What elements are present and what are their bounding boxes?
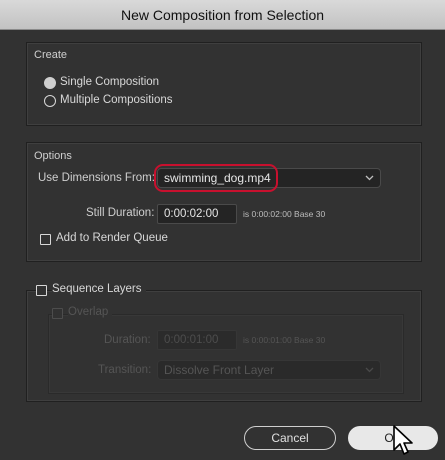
still-duration-value: 0:00:02:00: [164, 208, 219, 220]
highlight-outline: [154, 164, 278, 192]
still-duration-field[interactable]: 0:00:02:00: [157, 204, 237, 224]
options-group: [26, 142, 422, 262]
use-dimensions-label: Use Dimensions From:: [38, 172, 155, 184]
chevron-down-icon: [365, 367, 374, 373]
duration-note: is 0:00:01:00 Base 30: [243, 335, 326, 345]
transition-label: Transition:: [98, 364, 152, 376]
window-title: New Composition from Selection: [120, 7, 325, 23]
single-composition-label[interactable]: Single Composition: [60, 76, 159, 88]
add-to-render-queue-checkbox[interactable]: [40, 234, 51, 245]
sequence-layers-checkbox[interactable]: [36, 285, 47, 296]
sequence-layers-label[interactable]: Sequence Layers: [52, 283, 146, 295]
overlap-checkbox[interactable]: [52, 308, 63, 319]
overlap-label[interactable]: Overlap: [68, 306, 113, 318]
cancel-button[interactable]: Cancel: [244, 426, 336, 450]
still-duration-label: Still Duration:: [86, 207, 155, 219]
transition-value: Dissolve Front Layer: [164, 363, 275, 377]
duration-label: Duration:: [104, 334, 151, 346]
options-group-label: Options: [34, 150, 72, 162]
multiple-compositions-label[interactable]: Multiple Compositions: [60, 94, 173, 106]
mouse-pointer-icon: [393, 425, 413, 455]
overlap-group: [48, 314, 404, 394]
add-to-render-queue-label[interactable]: Add to Render Queue: [56, 232, 168, 244]
still-duration-note: is 0:00:02:00 Base 30: [243, 209, 326, 219]
chevron-down-icon: [365, 175, 374, 181]
window-titlebar: New Composition from Selection: [0, 0, 445, 30]
single-composition-radio[interactable]: [44, 77, 56, 89]
duration-field[interactable]: 0:00:01:00: [157, 330, 237, 350]
multiple-compositions-radio[interactable]: [44, 95, 56, 107]
transition-dropdown[interactable]: Dissolve Front Layer: [157, 360, 381, 380]
duration-value: 0:00:01:00: [164, 334, 219, 346]
create-group-label: Create: [34, 49, 68, 61]
